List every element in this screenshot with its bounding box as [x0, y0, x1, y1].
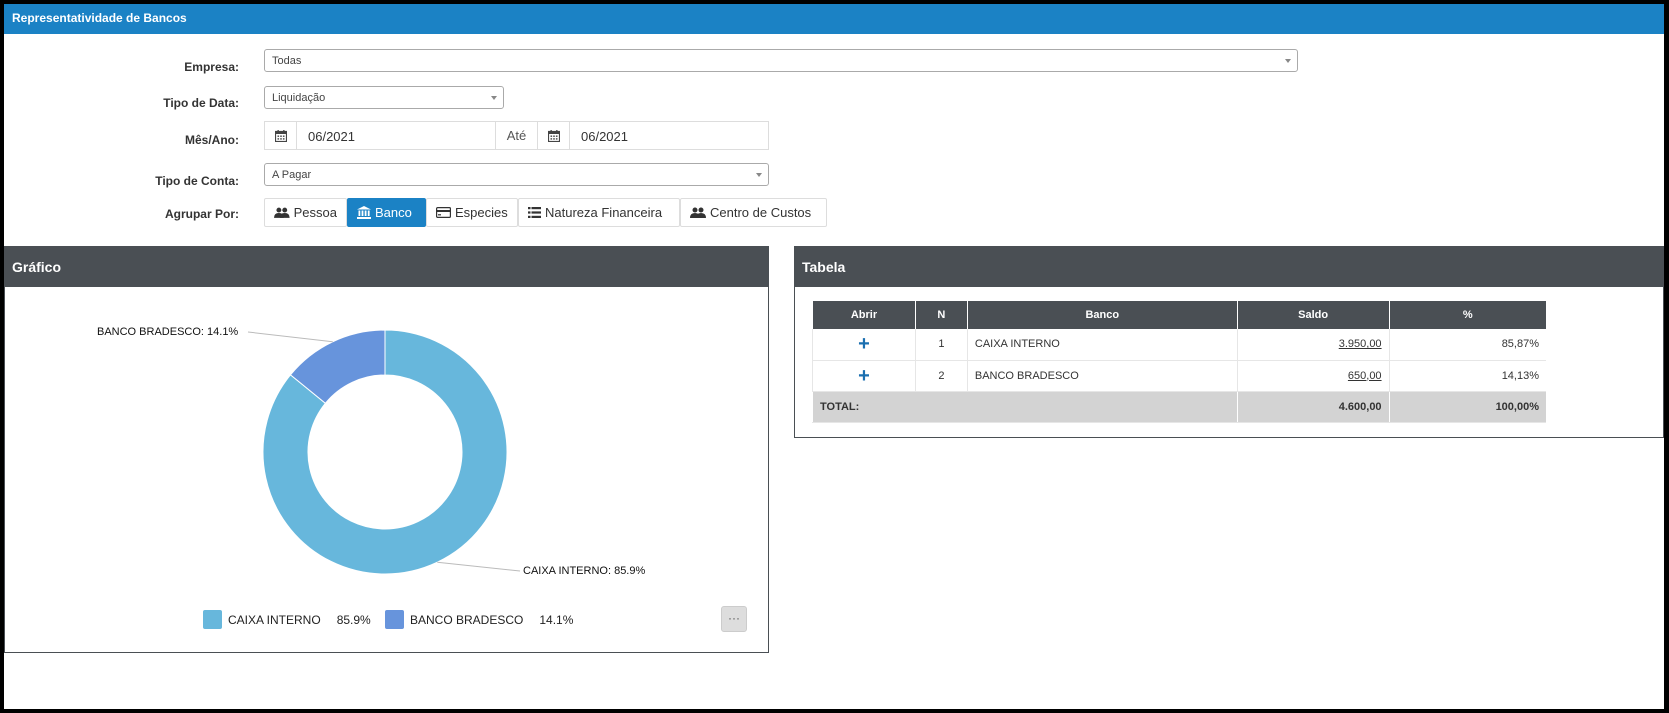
chevron-down-icon	[1285, 59, 1291, 63]
group-banco-button[interactable]: Banco	[347, 198, 426, 227]
tipo-conta-select[interactable]: A Pagar	[264, 163, 769, 186]
mes-ano-label: Mês/Ano:	[185, 133, 239, 147]
tipo-data-value: Liquidação	[272, 92, 326, 104]
header-saldo[interactable]: Saldo	[1236, 301, 1390, 329]
group-natureza-button[interactable]: Natureza Financeira	[518, 198, 680, 227]
row-n: 1	[914, 329, 968, 361]
tabela-panel: Tabela Abrir N Banco Saldo % + 1 CAIXA I…	[794, 246, 1664, 438]
chart-menu-button[interactable]: ···	[721, 606, 747, 632]
group-natureza-label: Natureza Financeira	[545, 205, 663, 220]
total-pct: 100,00%	[1388, 391, 1546, 423]
chevron-down-icon	[491, 96, 497, 100]
leader-line	[437, 561, 521, 572]
empresa-label: Empresa:	[184, 60, 239, 74]
total-saldo: 4.600,00	[1236, 391, 1390, 423]
legend-value: 85.9%	[336, 612, 371, 627]
expand-row-button[interactable]: +	[812, 360, 916, 392]
row-saldo-link[interactable]: 650,00	[1236, 360, 1390, 392]
plus-icon: +	[858, 364, 870, 387]
legend-item-banco-bradesco[interactable]: BANCO BRADESCO 14.1%	[385, 610, 573, 629]
empresa-value: Todas	[272, 55, 302, 67]
expand-row-button[interactable]: +	[812, 329, 916, 361]
tipo-conta-value: A Pagar	[272, 169, 312, 181]
list-icon	[528, 207, 541, 218]
legend-swatch	[385, 610, 404, 629]
table-row: + 1 CAIXA INTERNO 3.950,00 85,87%	[812, 329, 1546, 361]
header-abrir[interactable]: Abrir	[812, 301, 916, 329]
empresa-select[interactable]: Todas	[264, 49, 1298, 72]
row-saldo-link[interactable]: 3.950,00	[1236, 329, 1390, 361]
total-row: TOTAL: 4.600,00 100,00%	[812, 391, 1546, 423]
calendar-icon[interactable]	[265, 122, 297, 149]
slice-label-caixa-interno: CAIXA INTERNO: 85.9%	[523, 565, 645, 577]
legend-name: CAIXA INTERNO	[228, 612, 321, 627]
users-icon	[274, 207, 290, 218]
group-pessoa-button[interactable]: Pessoa	[264, 198, 347, 227]
agrupar-label: Agrupar Por:	[164, 207, 239, 221]
legend-value: 14.1%	[539, 612, 574, 627]
header-banco[interactable]: Banco	[966, 301, 1238, 329]
mes-ano-to-input[interactable]: 06/2021	[581, 129, 628, 144]
row-n: 2	[914, 360, 968, 392]
tipo-data-select[interactable]: Liquidação	[264, 86, 504, 109]
row-pct: 14,13%	[1388, 360, 1546, 392]
window-title: Representatividade de Bancos	[4, 4, 1664, 34]
legend-name: BANCO BRADESCO	[410, 612, 524, 627]
donut-chart: CAIXA INTERNO: 85.9% BANCO BRADESCO: 14.…	[97, 326, 645, 577]
ate-separator: Até	[495, 122, 538, 149]
app-frame: Representatividade de Bancos Empresa: To…	[4, 4, 1664, 709]
plus-icon: +	[858, 333, 870, 356]
group-centro-custos-button[interactable]: Centro de Custos	[680, 198, 827, 227]
chevron-down-icon	[756, 173, 762, 177]
tabela-title: Tabela	[795, 247, 1663, 287]
row-banco: BANCO BRADESCO	[966, 360, 1238, 392]
users-icon	[690, 207, 706, 218]
mes-ano-from-input[interactable]: 06/2021	[308, 129, 355, 144]
group-especies-label: Especies	[455, 205, 508, 220]
mes-ano-range: 06/2021 Até 06/2021	[264, 121, 769, 150]
credit-card-icon	[436, 207, 451, 218]
row-banco: CAIXA INTERNO	[966, 329, 1238, 361]
tipo-conta-label: Tipo de Conta:	[155, 174, 239, 188]
slice-label-banco-bradesco: BANCO BRADESCO: 14.1%	[97, 326, 238, 338]
legend-item-caixa-interno[interactable]: CAIXA INTERNO 85.9%	[203, 610, 371, 629]
calendar-icon[interactable]	[538, 122, 570, 149]
grafico-title: Gráfico	[5, 247, 768, 287]
legend-swatch	[203, 610, 222, 629]
group-banco-label: Banco	[375, 205, 412, 220]
bank-icon	[357, 206, 371, 219]
table-row: + 2 BANCO BRADESCO 650,00 14,13%	[812, 360, 1546, 392]
tipo-data-label: Tipo de Data:	[163, 96, 239, 110]
header-pct[interactable]: %	[1388, 301, 1546, 329]
group-pessoa-label: Pessoa	[293, 205, 337, 220]
total-label: TOTAL:	[812, 391, 1238, 423]
leader-line	[247, 331, 333, 343]
group-especies-button[interactable]: Especies	[426, 198, 518, 227]
grafico-panel: Gráfico CAIXA INTERNO: 85.9% BANCO BRADE…	[4, 246, 769, 653]
group-centro-custos-label: Centro de Custos	[710, 205, 812, 220]
banks-table: Abrir N Banco Saldo % + 1 CAIXA INTERNO …	[812, 301, 1546, 423]
header-n[interactable]: N	[914, 301, 968, 329]
row-pct: 85,87%	[1388, 329, 1546, 361]
